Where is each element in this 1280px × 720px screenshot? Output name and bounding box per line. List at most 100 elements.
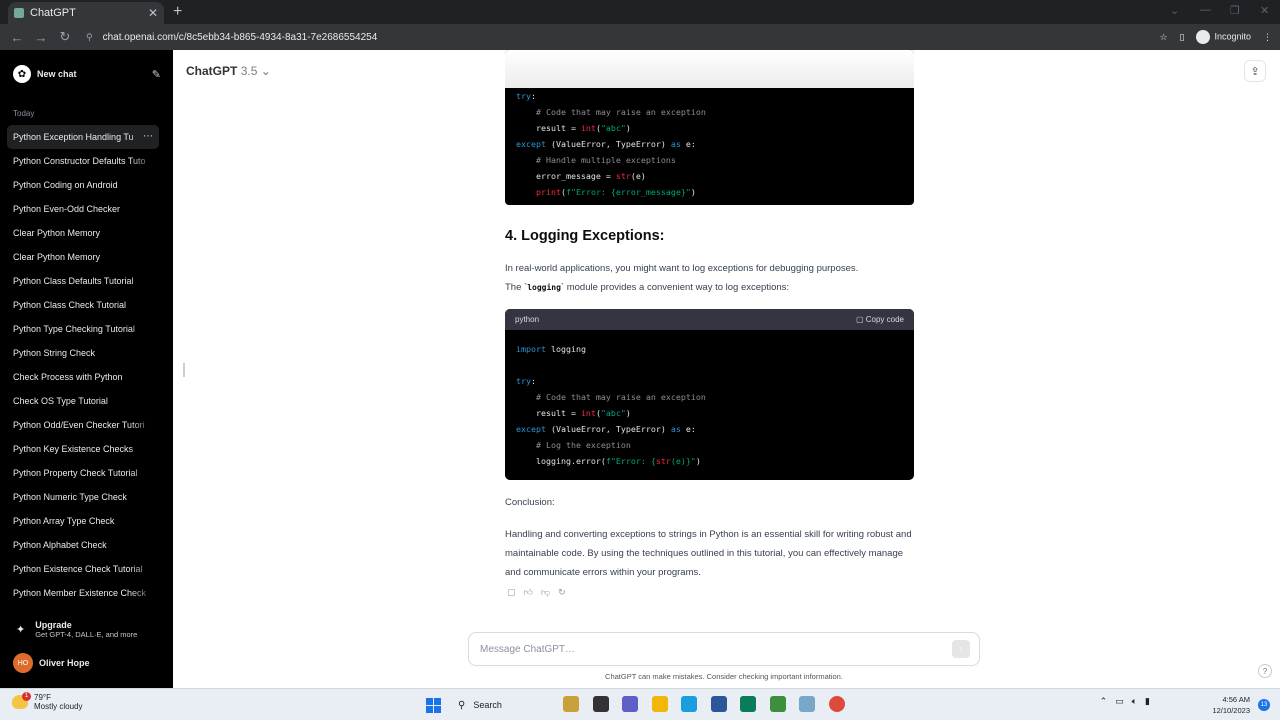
incognito-icon [1196, 30, 1211, 44]
vpn-icon[interactable] [740, 696, 756, 712]
taskbar-search[interactable]: ⚲ Search [452, 695, 552, 715]
help-icon[interactable]: ? [1258, 664, 1272, 678]
site-info-icon[interactable]: ⚲ [86, 32, 93, 42]
main-panel: ChatGPT 3.5 ⌄ ⇪ try: # Code that may rai… [173, 50, 1280, 688]
sidebar-chat-item[interactable]: Python Class Defaults Tutorial [7, 269, 159, 293]
sidebar-chat-item[interactable]: Python Coding on Android [7, 173, 159, 197]
incognito-indicator[interactable]: Incognito [1196, 30, 1251, 44]
sidebar-toggle-handle[interactable] [183, 363, 185, 377]
side-panel-icon[interactable]: ▯ [1180, 32, 1185, 43]
tab-close-icon[interactable]: ✕ [148, 6, 158, 20]
share-button[interactable]: ⇪ [1244, 60, 1266, 82]
sparkle-icon: ✦ [16, 624, 26, 636]
sidebar-chat-item[interactable]: Python Even-Odd Checker [7, 197, 159, 221]
sidebar-chat-item[interactable]: Python String Check [7, 341, 159, 365]
new-chat-button[interactable]: ✿ New chat ✎ [13, 64, 161, 84]
reload-icon[interactable]: ↻ [58, 29, 72, 45]
taskview-icon[interactable] [592, 696, 609, 712]
sidebar-chat-item[interactable]: Python Odd/Even Checker Tutori [7, 413, 159, 437]
sidebar-chat-item[interactable]: Python Constructor Defaults Tuto [7, 149, 159, 173]
sidebar-chat-item[interactable]: Check OS Type Tutorial [7, 389, 159, 413]
model-selector[interactable]: ChatGPT 3.5 ⌄ [186, 64, 271, 78]
sidebar-chat-item[interactable]: Python Alphabet Check [7, 533, 159, 557]
chrome-icon[interactable] [828, 696, 845, 712]
thumbs-down-icon[interactable]: 👎︎ [541, 587, 550, 598]
regenerate-icon[interactable]: ↻ [558, 587, 566, 598]
battery-icon[interactable]: ▮ [1145, 696, 1150, 707]
sidebar-chat-item[interactable]: Clear Python Memory [7, 221, 159, 245]
user-name: Oliver Hope [39, 658, 90, 668]
sidebar-chat-item[interactable]: Python Class Check Tutorial [7, 293, 159, 317]
clipboard-icon: ▢ [855, 315, 864, 324]
chat-item-label: Python Class Check Tutorial [13, 300, 127, 310]
chatgpt-favicon-icon [14, 8, 24, 18]
copy-icon[interactable]: ▢ [507, 587, 516, 598]
more-options-icon[interactable]: ⋯ [143, 125, 153, 149]
copy-code-label: Copy code [865, 315, 904, 324]
send-button[interactable]: ↑ [952, 640, 970, 658]
sidebar-chat-item[interactable]: Python Array Type Check [7, 509, 159, 533]
sidebar-chat-item[interactable]: Clear Python Memory [7, 245, 159, 269]
forward-icon[interactable]: → [34, 30, 48, 45]
chat-app-icon[interactable] [622, 696, 638, 712]
new-tab-icon[interactable]: + [173, 3, 182, 21]
store-icon[interactable] [710, 696, 727, 712]
tab-title: ChatGPT [30, 7, 76, 19]
sidebar-chat-item[interactable]: Python Key Existence Checks [7, 437, 159, 461]
code-block: python ▢ Copy code import logging try: #… [505, 309, 914, 480]
edge-icon[interactable] [681, 696, 697, 712]
model-version: 3.5 [240, 64, 258, 78]
notification-badge[interactable]: 13 [1258, 699, 1270, 711]
sidebar-chat-item[interactable]: Python Exception Handling Tu ⋯ [7, 125, 159, 149]
copy-code-button[interactable]: ▢ Copy code [856, 315, 904, 324]
text-fragment: The ` [505, 282, 528, 293]
file-explorer-icon[interactable] [651, 696, 668, 712]
bookmark-star-icon[interactable]: ☆ [1159, 32, 1167, 43]
restore-icon[interactable]: ❐ [1230, 4, 1240, 17]
tab-search-icon[interactable]: ⌄ [1170, 4, 1179, 17]
chat-history-list: Python Exception Handling Tu ⋯ Python Cons… [7, 125, 159, 605]
weather-widget[interactable]: 1 79°F Mostly cloudy [12, 692, 82, 711]
clock-time: 4:56 AM [1222, 695, 1250, 704]
search-icon: ⚲ [458, 699, 466, 711]
code-content: import logging try: # Code that may rais… [516, 344, 706, 466]
new-chat-label: New chat [37, 69, 77, 79]
volume-icon[interactable]: 🔈︎ [1132, 696, 1137, 707]
sidebar-chat-item[interactable]: Python Type Checking Tutorial [7, 317, 159, 341]
sidebar: ✿ New chat ✎ Today Python Exception Hand… [0, 50, 173, 688]
message-input[interactable]: Message ChatGPT… ↑ [468, 632, 980, 666]
app-icon[interactable] [769, 696, 786, 712]
back-icon[interactable]: ← [10, 30, 24, 45]
edit-icon[interactable]: ✎ [152, 68, 161, 81]
disclaimer: ChatGPT can make mistakes. Consider chec… [605, 672, 843, 681]
clock[interactable]: 4:56 AM 12/10/2023 [1212, 694, 1250, 716]
sidebar-chat-item[interactable]: Python Existence Check Tutorial [7, 557, 159, 581]
chat-item-label: Python Array Type Check [13, 516, 115, 526]
chevron-up-icon[interactable]: ⌃ [1100, 696, 1108, 707]
history-section-label: Today [13, 109, 35, 118]
minimize-icon[interactable]: — [1200, 4, 1211, 16]
upgrade-subtitle: Get GPT-4, DALL·E, and more [35, 630, 138, 639]
network-icon[interactable]: ▭ [1115, 696, 1124, 707]
chat-item-label: Clear Python Memory [13, 228, 101, 238]
app-icon[interactable] [799, 696, 815, 712]
sidebar-chat-item[interactable]: Python Member Existence Check [7, 581, 159, 605]
thumbs-up-icon[interactable]: 👍︎ [524, 587, 533, 598]
sidebar-chat-item[interactable]: Python Property Check Tutorial [7, 461, 159, 485]
paragraph-line: The `logging` module provides a convenie… [505, 278, 914, 297]
window-close-icon[interactable]: ✕ [1260, 4, 1269, 17]
start-button[interactable] [426, 698, 441, 713]
clock-date: 12/10/2023 [1212, 706, 1250, 715]
search-label: Search [473, 700, 502, 710]
app-icon[interactable] [563, 696, 579, 712]
browser-tab[interactable]: ChatGPT ✕ [8, 2, 164, 24]
upgrade-button[interactable]: ✦ Upgrade Get GPT-4, DALL·E, and more [16, 620, 137, 639]
sidebar-chat-item[interactable]: Python Numeric Type Check [7, 485, 159, 509]
weather-cloud-icon: 1 [12, 692, 31, 709]
chat-item-label: Python Member Existence Check [13, 588, 147, 598]
url-field[interactable]: ⚲ chat.openai.com/c/8c5ebb34-b865-4934-8a… [86, 32, 1147, 43]
inline-code: logging [527, 283, 561, 292]
sidebar-chat-item[interactable]: Check Process with Python [7, 365, 159, 389]
browser-menu-icon[interactable]: ⋮ [1263, 32, 1272, 43]
user-menu[interactable]: HO Oliver Hope [13, 653, 90, 673]
